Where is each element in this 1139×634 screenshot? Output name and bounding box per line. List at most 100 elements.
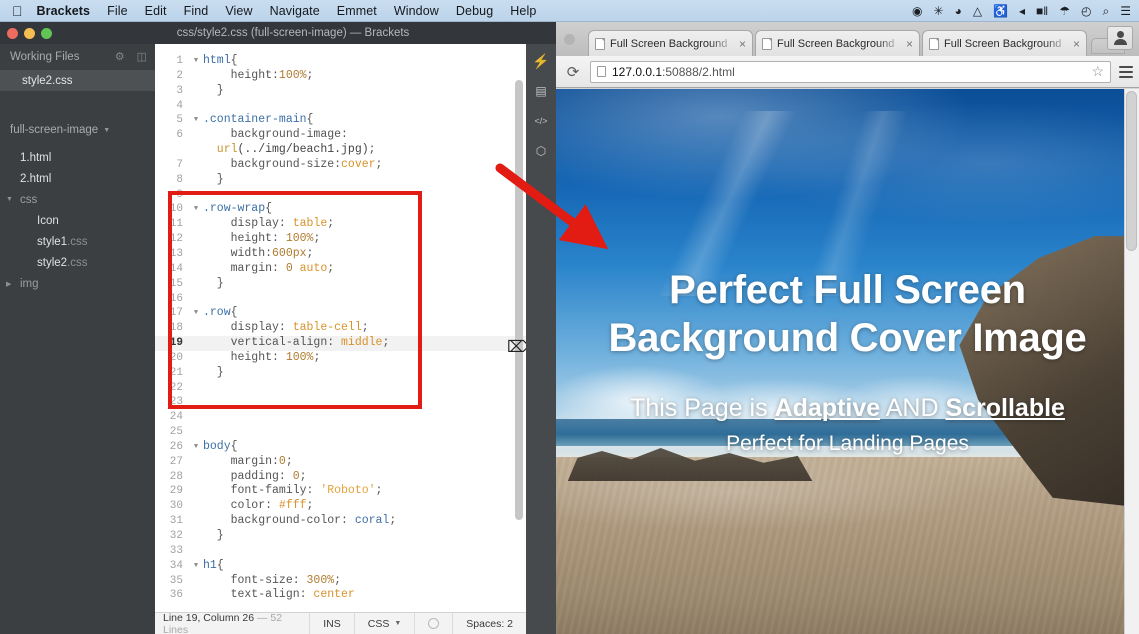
code-inspection-icon[interactable]: </> — [532, 112, 550, 130]
status-lint-indicator[interactable] — [414, 612, 452, 634]
code-line[interactable]: 20 height: 100%; — [155, 351, 526, 366]
menu-item-window[interactable]: Window — [394, 4, 439, 18]
code-line[interactable]: 24 — [155, 410, 526, 425]
volume-icon[interactable]: ◂ — [1019, 5, 1025, 17]
bluetooth-icon[interactable]: ✳ — [934, 5, 944, 17]
minimize-window-button[interactable] — [24, 28, 35, 39]
status-insert-mode[interactable]: INS — [309, 612, 354, 634]
code-line[interactable]: 6 background-image: — [155, 128, 526, 143]
gear-icon[interactable]: ⚙ — [115, 51, 125, 63]
tree-item-1-html[interactable]: 1.html — [0, 147, 155, 168]
live-preview-icon[interactable]: ⚡ — [532, 52, 550, 70]
code-line[interactable]: 14 margin: 0 auto; — [155, 262, 526, 277]
code-line[interactable]: 22 — [155, 381, 526, 396]
menu-item-brackets[interactable]: Brackets — [37, 4, 91, 18]
code-editor-pane[interactable]: 1 ▼ html{2 height:100%; 3 } 4 5 ▼ .container-ma… — [155, 44, 526, 634]
menu-item-find[interactable]: Find — [184, 4, 209, 18]
page-vertical-scrollbar[interactable] — [1124, 89, 1139, 634]
editor-vertical-scrollbar[interactable] — [515, 80, 523, 520]
code-line[interactable]: 34 ▼ h1{ — [155, 559, 526, 574]
code-line[interactable]: 35 font-size: 300%; — [155, 574, 526, 589]
notification-center-icon[interactable]: ☰ — [1120, 5, 1131, 17]
bookmark-star-icon[interactable]: ☆ — [1091, 63, 1104, 80]
code-line[interactable]: 4 — [155, 99, 526, 114]
twisty-closed-icon[interactable]: ▶ — [6, 280, 11, 288]
project-name-header[interactable]: full-screen-image ▼ — [0, 119, 155, 141]
creative-cloud-icon[interactable]: ◕ — [955, 5, 962, 17]
code-fold-toggle-icon[interactable]: ▼ — [189, 202, 203, 217]
code-line[interactable]: 26 ▼ body{ — [155, 440, 526, 455]
code-line[interactable]: 27 margin:0; — [155, 455, 526, 470]
twisty-open-icon[interactable]: ▼ — [6, 196, 13, 203]
code-line[interactable]: 19 vertical-align: middle; — [155, 336, 526, 351]
browser-tab-2[interactable]: Full Screen Background × — [755, 30, 920, 56]
code-line[interactable]: 16 — [155, 292, 526, 307]
code-line[interactable]: 23 — [155, 395, 526, 410]
menu-item-emmet[interactable]: Emmet — [337, 4, 377, 18]
code-fold-toggle-icon[interactable]: ▼ — [189, 559, 203, 574]
page-info-icon[interactable] — [597, 66, 606, 77]
tree-item-style2-css[interactable]: style2 .css — [0, 252, 155, 273]
code-line[interactable]: url(../img/beach1.jpg); — [155, 143, 526, 158]
code-lines-container[interactable]: 1 ▼ html{2 height:100%; 3 } 4 5 ▼ .container-ma… — [155, 44, 526, 612]
code-line[interactable]: 21 } — [155, 366, 526, 381]
google-drive-icon[interactable]: △ — [973, 5, 982, 17]
code-line[interactable]: 11 display: table; — [155, 217, 526, 232]
close-tab-icon[interactable]: × — [906, 37, 913, 51]
code-line[interactable]: 9 — [155, 188, 526, 203]
zoom-window-button[interactable] — [41, 28, 52, 39]
close-tab-icon[interactable]: × — [739, 37, 746, 51]
clock-icon[interactable]: ◴ — [1081, 5, 1091, 17]
battery-icon[interactable]: ■‖ — [1036, 5, 1048, 17]
browser-tab-1[interactable]: Full Screen Background × — [588, 30, 753, 56]
menu-item-debug[interactable]: Debug — [456, 4, 493, 18]
code-fold-toggle-icon[interactable]: ▼ — [189, 440, 203, 455]
code-fold-toggle-icon[interactable]: ▼ — [189, 306, 203, 321]
apple-logo-icon[interactable]:  — [12, 4, 23, 18]
browser-tab-3[interactable]: Full Screen Background × — [922, 30, 1087, 56]
code-line[interactable]: 17 ▼ .row{ — [155, 306, 526, 321]
code-line[interactable]: 5 ▼ .container-main{ — [155, 113, 526, 128]
code-line[interactable]: 12 height: 100%; — [155, 232, 526, 247]
close-tab-icon[interactable]: × — [1073, 37, 1080, 51]
code-fold-toggle-icon[interactable]: ▼ — [189, 113, 203, 128]
code-line[interactable]: 33 — [155, 544, 526, 559]
tree-item-img-folder[interactable]: ▶ img — [0, 273, 155, 294]
code-line[interactable]: 36 text-align: center — [155, 588, 526, 603]
wifi-icon[interactable]: ☂ — [1059, 5, 1070, 17]
code-line[interactable]: 18 display: table-cell; — [155, 321, 526, 336]
status-language-selector[interactable]: CSS ▼ — [353, 612, 415, 634]
code-line[interactable]: 15 } — [155, 277, 526, 292]
status-indent-setting[interactable]: Spaces: 2 — [452, 612, 526, 634]
close-window-button[interactable] — [7, 28, 18, 39]
code-line[interactable]: 7 background-size:cover; — [155, 158, 526, 173]
brackets-titlebar[interactable]: css/style2.css (full-screen-image) — Bra… — [0, 22, 556, 44]
menu-item-help[interactable]: Help — [510, 4, 536, 18]
code-line[interactable]: 3 } — [155, 84, 526, 99]
address-bar[interactable]: 127.0.0.1:50888/2.html ☆ — [590, 60, 1111, 83]
code-line[interactable]: 32 } — [155, 529, 526, 544]
split-view-icon[interactable]: ◫ — [137, 51, 147, 63]
code-line[interactable]: 28 padding: 0; — [155, 470, 526, 485]
chevron-down-icon[interactable]: ▼ — [103, 127, 110, 134]
code-line[interactable]: 13 width:600px; — [155, 247, 526, 262]
spotlight-search-icon[interactable]: ⌕ — [1103, 5, 1110, 17]
screen-record-icon[interactable]: ◉ — [912, 5, 922, 17]
menu-item-edit[interactable]: Edit — [145, 4, 167, 18]
tree-item-css-folder[interactable]: ▼ css — [0, 189, 155, 210]
code-line[interactable]: 10 ▼ .row-wrap{ — [155, 202, 526, 217]
code-line[interactable]: 31 background-color: coral; — [155, 514, 526, 529]
tree-item-style1-css[interactable]: style1 .css — [0, 231, 155, 252]
code-fold-toggle-icon[interactable]: ▼ — [189, 54, 203, 69]
menu-item-view[interactable]: View — [225, 4, 252, 18]
chrome-menu-icon[interactable] — [1119, 65, 1133, 78]
code-line[interactable]: 29 font-family: 'Roboto'; — [155, 484, 526, 499]
code-line[interactable]: 1 ▼ html{ — [155, 54, 526, 69]
extension-manager-icon[interactable]: ▤ — [532, 82, 550, 100]
tree-item-icon-file[interactable]: Icon — [0, 210, 155, 231]
code-line[interactable]: 30 color: #fff; — [155, 499, 526, 514]
menu-item-file[interactable]: File — [107, 4, 128, 18]
user-avatar-icon[interactable] — [1107, 26, 1133, 50]
working-file-style2-css[interactable]: style2.css — [0, 70, 155, 91]
code-line[interactable]: 2 height:100%; — [155, 69, 526, 84]
